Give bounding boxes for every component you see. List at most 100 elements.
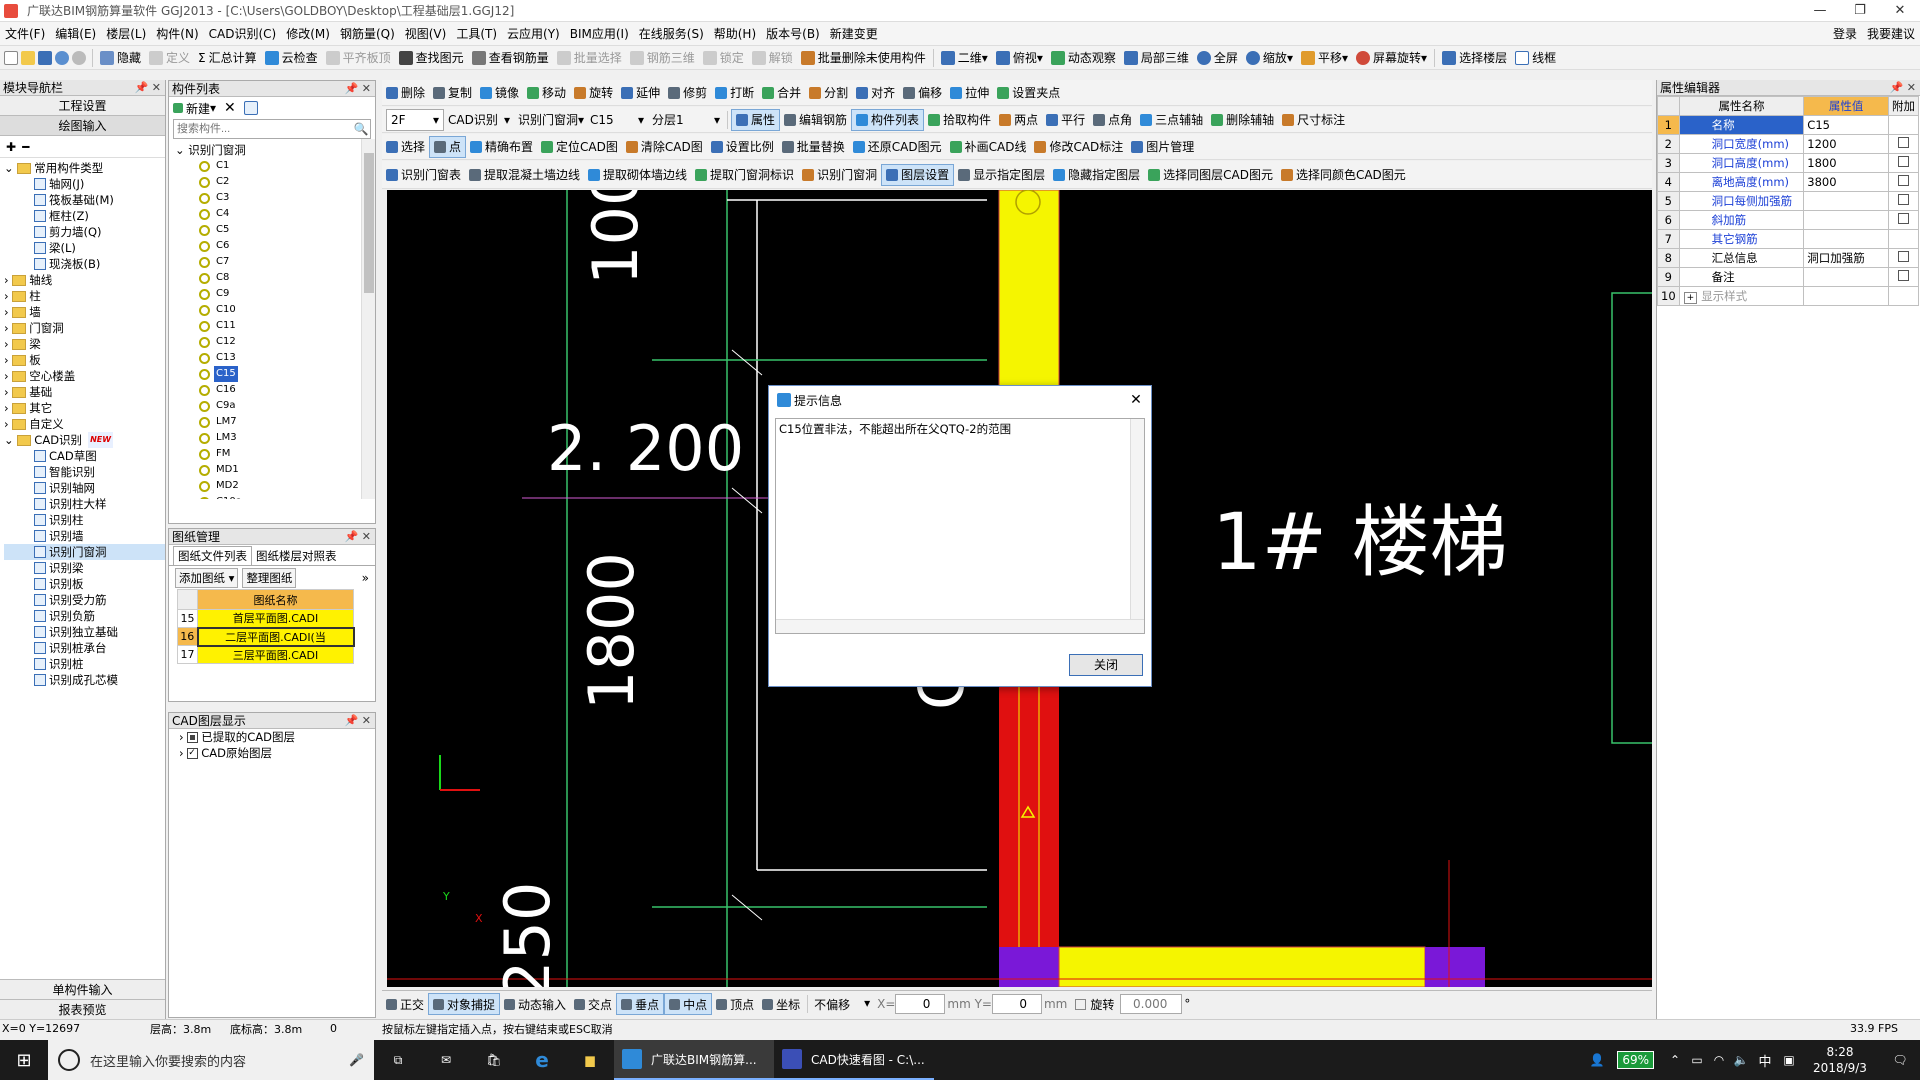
point-angle-button[interactable]: 点角 (1089, 109, 1136, 131)
drawing-input-button[interactable]: 绘图输入 (0, 116, 165, 136)
extra-checkbox[interactable] (1898, 213, 1909, 224)
y-input[interactable]: 0 (991, 994, 1042, 1014)
dimension-button[interactable]: 尺寸标注 (1278, 109, 1349, 131)
network-icon[interactable]: ▭ (1686, 1053, 1708, 1067)
nav-folder-item[interactable]: › 柱 (4, 288, 165, 304)
angle-input[interactable]: 0.000 (1120, 994, 1183, 1014)
tab-drawing-floor-map[interactable]: 图纸楼层对照表 (252, 547, 341, 565)
tree-cad-recognition[interactable]: ⌄ CAD识别 NEW (4, 432, 165, 448)
close-window-button[interactable]: ✕ (1880, 0, 1920, 22)
extra-checkbox[interactable] (1898, 156, 1909, 167)
layer-select[interactable]: 分层1 ▾ (648, 109, 724, 131)
member-item[interactable]: C10a (199, 494, 375, 499)
suggest-link[interactable]: 我要建议 (1862, 22, 1920, 46)
member-item[interactable]: FM (199, 446, 375, 462)
member-item[interactable]: C9 (199, 286, 375, 302)
clear-cad-button[interactable]: 清除CAD图 (622, 136, 707, 158)
nav-cad-item[interactable]: 识别桩承台 (4, 640, 165, 656)
property-row[interactable]: 8 汇总信息 洞口加强筋 (1657, 248, 1919, 268)
edge-icon[interactable]: e (518, 1048, 566, 1072)
extra-checkbox[interactable] (1898, 251, 1909, 262)
menu-bim[interactable]: BIM应用(I) (565, 22, 634, 46)
nav-cad-item[interactable]: 识别独立基础 (4, 624, 165, 640)
nav-folder-item[interactable]: › 轴线 (4, 272, 165, 288)
expand-icon[interactable]: › (179, 745, 187, 761)
property-row[interactable]: 3 洞口高度(mm) 1800 (1657, 153, 1919, 173)
chevron-up-icon[interactable]: ⌃ (1664, 1053, 1686, 1067)
member-item[interactable]: MD2 (199, 478, 375, 494)
expand-all-icon[interactable]: ✚ (6, 140, 16, 154)
wifi-icon[interactable]: ◠ (1708, 1053, 1730, 1067)
login-link[interactable]: 登录 (1828, 22, 1862, 46)
property-row[interactable]: 5 洞口每侧加强筋 (1657, 191, 1919, 211)
tab-drawing-files[interactable]: 图纸文件列表 (173, 546, 252, 565)
show-layer-button[interactable]: 显示指定图层 (954, 164, 1049, 186)
parallel-button[interactable]: 平行 (1042, 109, 1089, 131)
member-select[interactable]: C15 ▾ (586, 109, 648, 131)
taskbar-app-glodon[interactable]: 广联达BIM钢筋算... (614, 1040, 774, 1080)
panel-pin-close-icon[interactable]: 📌 ✕ (1890, 80, 1916, 96)
nav-cad-item[interactable]: 识别梁 (4, 560, 165, 576)
nav-folder-item[interactable]: › 基础 (4, 384, 165, 400)
coordinate-toggle[interactable]: 坐标 (758, 993, 804, 1015)
midpoint-toggle[interactable]: 中点 (664, 993, 713, 1015)
property-row[interactable]: 9 备注 (1657, 267, 1919, 287)
menu-new-change[interactable]: 新建变更 (825, 22, 883, 46)
rotate-button[interactable]: 旋转 (570, 82, 617, 104)
offset-button[interactable]: 偏移 (899, 82, 946, 104)
store-icon[interactable]: 🛍 (470, 1053, 518, 1067)
rotate-checkbox[interactable] (1075, 998, 1087, 1010)
layer-original[interactable]: › ✓ CAD原始图层 (169, 745, 375, 761)
restore-cad-button[interactable]: 还原CAD图元 (849, 136, 946, 158)
collapse-icon[interactable]: ⌄ (175, 142, 188, 158)
copy-member-icon[interactable] (243, 101, 258, 115)
nav-cad-item[interactable]: 识别受力筋 (4, 592, 165, 608)
explorer-icon[interactable]: ▆ (566, 1053, 614, 1067)
align-slab-top-button[interactable]: 平齐板顶 (322, 47, 395, 69)
expand-icon[interactable]: › (4, 336, 12, 352)
member-list-scrollbar[interactable] (361, 139, 375, 499)
nav-cad-item[interactable]: 识别成孔芯模 (4, 672, 165, 688)
tree-recog-openings[interactable]: ⌄ 识别门窗洞 (175, 142, 375, 158)
nav-common-item[interactable]: 梁(L) (4, 240, 165, 256)
menu-cad[interactable]: CAD识别(C) (204, 22, 282, 46)
nav-common-item[interactable]: 轴网(J) (4, 176, 165, 192)
extend-button[interactable]: 延伸 (617, 82, 664, 104)
panel-pin-close-icon[interactable]: 📌 ✕ (345, 529, 371, 545)
dialog-close-button[interactable]: 关闭 (1069, 654, 1143, 676)
set-scale-button[interactable]: 设置比例 (707, 136, 778, 158)
batch-select-button[interactable]: 批量选择 (553, 47, 626, 69)
three-point-axis-button[interactable]: 三点辅轴 (1136, 109, 1207, 131)
member-item[interactable]: C6 (199, 238, 375, 254)
undo-icon[interactable] (55, 50, 69, 65)
property-row[interactable]: 1 名称 C15 (1657, 115, 1919, 135)
new-file-icon[interactable] (4, 50, 18, 65)
wireframe-button[interactable]: 线框 (1511, 47, 1560, 69)
extract-opening-label-button[interactable]: 提取门窗洞标识 (691, 164, 798, 186)
properties-button[interactable]: 属性 (731, 108, 781, 131)
member-item[interactable]: C9a (199, 398, 375, 414)
delete-axis-button[interactable]: 删除辅轴 (1207, 109, 1278, 131)
notification-icon[interactable]: 🗨 (1880, 1053, 1920, 1067)
nav-folder-item[interactable]: › 空心楼盖 (4, 368, 165, 384)
member-item[interactable]: C8 (199, 270, 375, 286)
taskbar-search[interactable]: 在这里输入你要搜索的内容 🎤 (48, 1040, 374, 1080)
dialog-message-box[interactable]: C15位置非法，不能超出所在父QTQ-2的范围 (775, 418, 1145, 634)
nav-folder-item[interactable]: › 门窗洞 (4, 320, 165, 336)
expand-icon[interactable]: › (4, 384, 12, 400)
extra-checkbox[interactable] (1898, 270, 1909, 281)
unlock-button[interactable]: 解锁 (748, 47, 797, 69)
layer-extracted[interactable]: › 已提取的CAD图层 (169, 729, 375, 745)
volume-icon[interactable]: 🔈 (1730, 1053, 1752, 1067)
delete-button[interactable]: 删除 (382, 82, 429, 104)
draw-cad-line-button[interactable]: 补画CAD线 (946, 136, 1031, 158)
offset-select[interactable]: 不偏移 ▾ (811, 996, 873, 1013)
image-manage-button[interactable]: 图片管理 (1127, 136, 1198, 158)
dialog-vscroll[interactable] (1130, 419, 1144, 619)
member-item[interactable]: C3 (199, 190, 375, 206)
floor-select[interactable]: 2F ▾ (386, 108, 444, 131)
layer-checkbox-checked[interactable]: ✓ (187, 747, 199, 759)
menu-file[interactable]: 文件(F) (0, 22, 50, 46)
open-file-icon[interactable] (21, 50, 35, 65)
precise-place-button[interactable]: 精确布置 (466, 136, 537, 158)
